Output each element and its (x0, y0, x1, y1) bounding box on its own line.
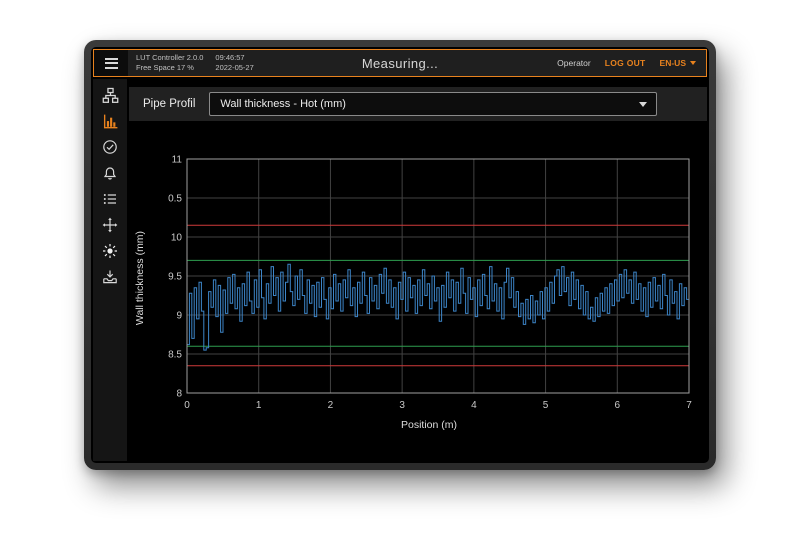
device-frame: LUT Controller 2.0.0 Free Space 17 % 09:… (84, 40, 716, 470)
main-content: Pipe Profil Wall thickness - Hot (mm) Wa… (129, 79, 707, 461)
sidebar-nav (93, 79, 127, 461)
sidebar-item-alarms[interactable] (100, 164, 120, 182)
logout-button[interactable]: LOG OUT (605, 58, 646, 68)
check-circle-icon (102, 139, 118, 155)
menu-button[interactable] (94, 50, 128, 76)
sidebar-item-settings[interactable] (100, 242, 120, 260)
y-tick-label: 9 (176, 311, 182, 322)
user-role-label: Operator (557, 58, 591, 68)
sidebar-item-status[interactable] (100, 138, 120, 156)
series-line (187, 264, 689, 350)
x-axis-title: Position (m) (401, 419, 457, 431)
y-tick-label: 8 (176, 389, 182, 400)
sidebar-item-profile-chart[interactable] (100, 112, 120, 130)
move-icon (102, 217, 118, 233)
bell-icon (102, 165, 118, 181)
top-bar: LUT Controller 2.0.0 Free Space 17 % 09:… (93, 49, 707, 77)
x-tick-label: 1 (256, 400, 262, 411)
app-screen: LUT Controller 2.0.0 Free Space 17 % 09:… (91, 47, 709, 463)
language-label: EN-US (660, 58, 686, 68)
import-icon (102, 269, 118, 285)
list-icon (102, 191, 118, 207)
x-tick-label: 0 (184, 400, 190, 411)
free-space: Free Space 17 % (136, 63, 203, 73)
date: 2022-05-27 (215, 63, 253, 73)
wall-thickness-chart: 11 0.5 10 9.5 9 8.5 80 1 2 3 4 5 6 7 (155, 147, 703, 417)
x-tick-label: 7 (686, 400, 692, 411)
hamburger-icon (105, 58, 118, 69)
clock: 09:46:57 (215, 53, 253, 63)
profile-selector-row: Pipe Profil Wall thickness - Hot (mm) (129, 87, 707, 121)
app-version: LUT Controller 2.0.0 (136, 53, 203, 63)
profile-dropdown-value: Wall thickness - Hot (mm) (220, 98, 346, 110)
flow-icon (102, 87, 119, 104)
y-tick-label: 10 (171, 233, 183, 244)
sidebar-item-flow[interactable] (100, 86, 120, 104)
x-tick-label: 4 (471, 400, 477, 411)
profile-dropdown[interactable]: Wall thickness - Hot (mm) (209, 92, 657, 116)
chart-icon (102, 113, 119, 130)
page-title: Measuring... (214, 56, 586, 71)
y-tick-label: 0.5 (168, 194, 182, 205)
sidebar-item-import[interactable] (100, 268, 120, 286)
chevron-down-icon (690, 61, 696, 65)
system-info: LUT Controller 2.0.0 Free Space 17 % 09:… (136, 53, 254, 73)
x-tick-label: 5 (543, 400, 549, 411)
y-tick-label: 11 (172, 155, 183, 166)
y-tick-label: 9.5 (168, 272, 182, 283)
sidebar-item-positioning[interactable] (100, 216, 120, 234)
y-tick-label: 8.5 (168, 350, 182, 361)
chart-section: Wall thickness (mm) 11 0.5 10 9.5 9 8.5 80 1 2 3 4… (129, 135, 707, 461)
sidebar-item-log[interactable] (100, 190, 120, 208)
y-axis-title: Wall thickness (mm) (134, 231, 146, 325)
brightness-icon (102, 243, 118, 259)
x-tick-label: 3 (399, 400, 405, 411)
language-selector[interactable]: EN-US (660, 58, 696, 68)
profile-label: Pipe Profil (143, 98, 195, 110)
chevron-down-icon (639, 102, 647, 107)
x-tick-label: 2 (328, 400, 334, 411)
x-tick-label: 6 (615, 400, 621, 411)
